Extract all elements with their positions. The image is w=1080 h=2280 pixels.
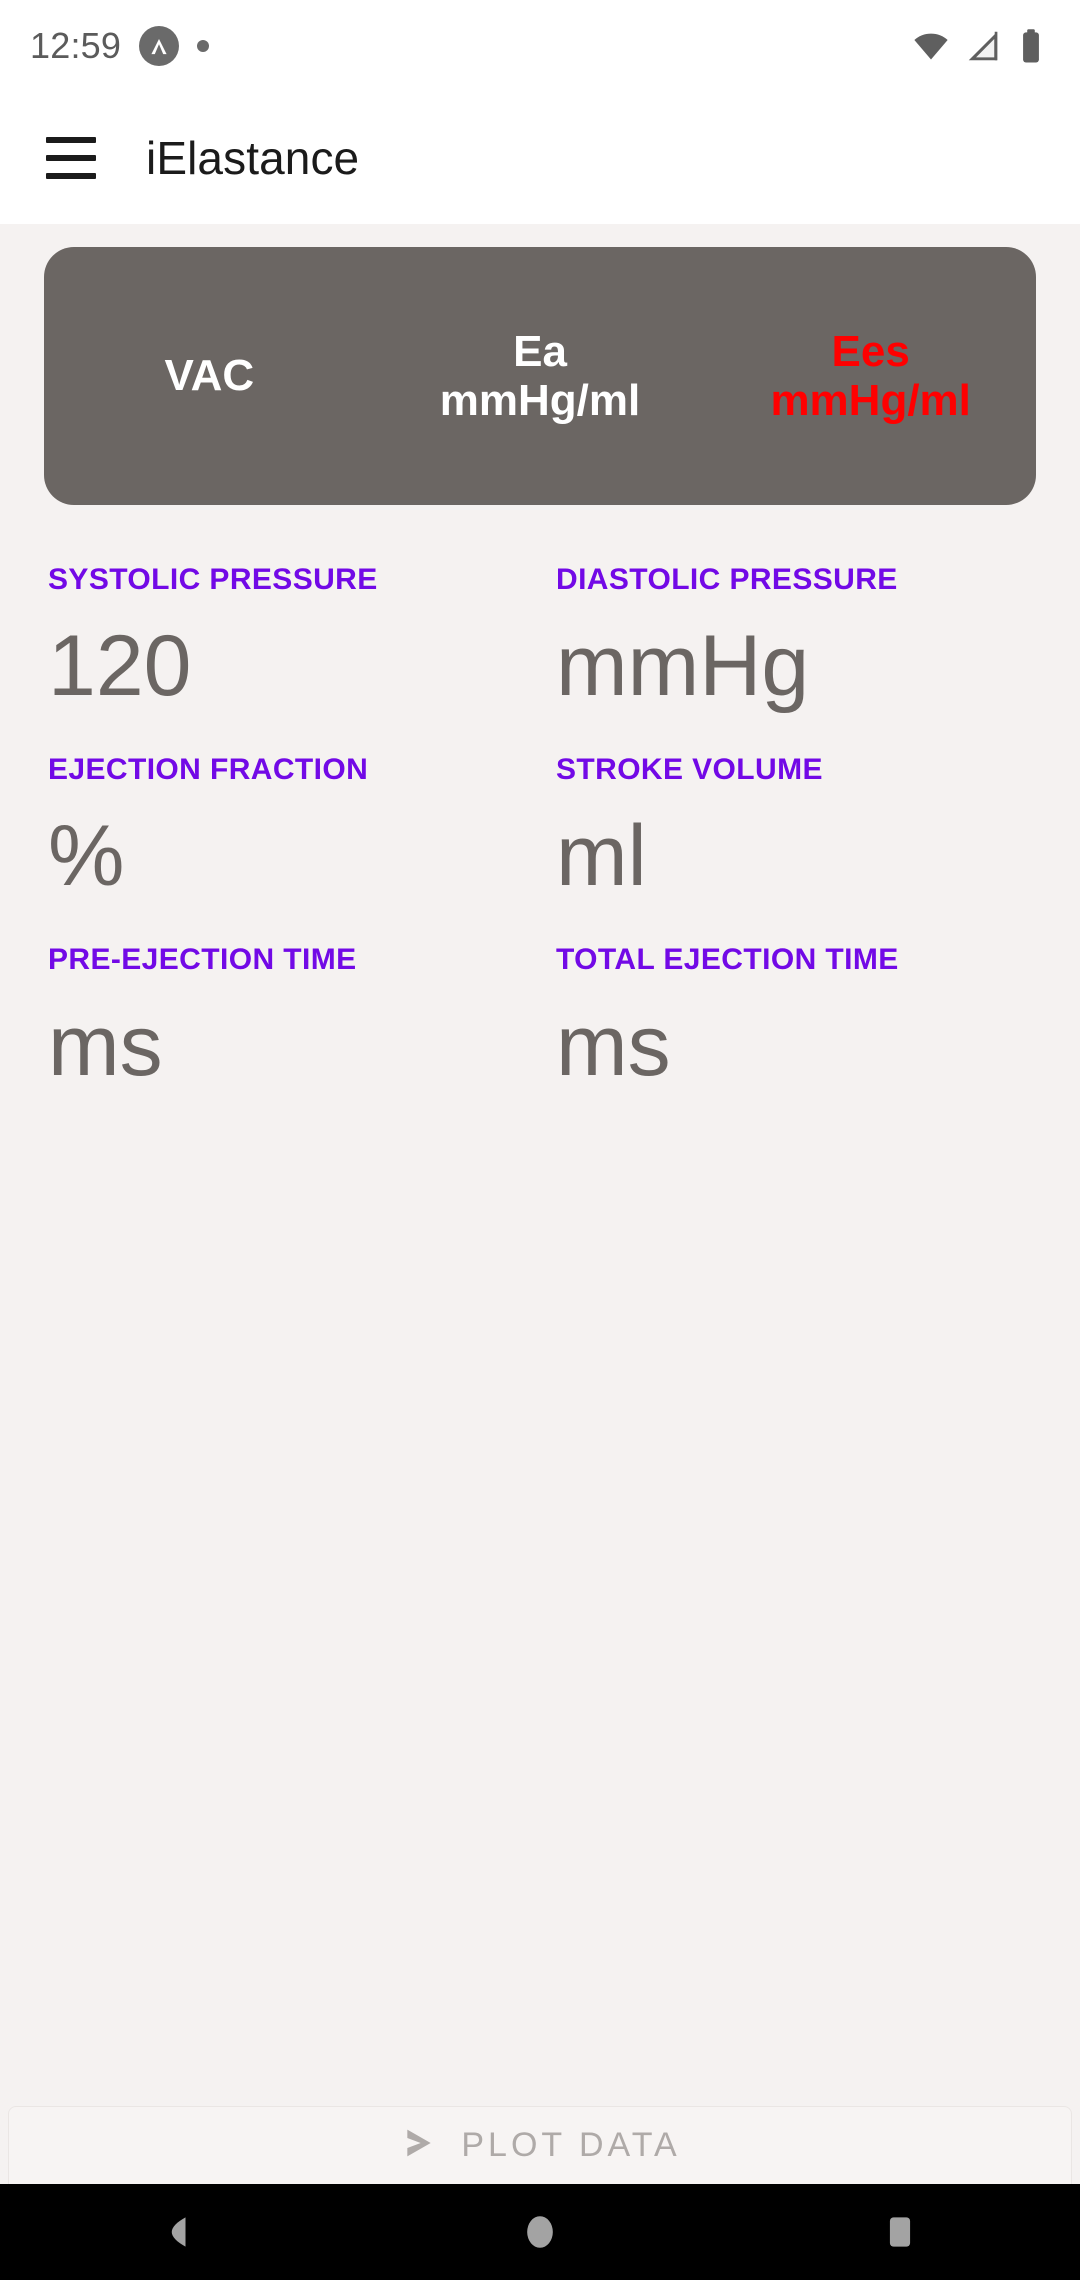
status-bar-right xyxy=(912,27,1046,65)
result-unit-ees: mmHg/ml xyxy=(770,376,971,425)
input-stroke-volume[interactable] xyxy=(556,797,1036,915)
input-diastolic-pressure[interactable] xyxy=(556,607,1036,725)
input-systolic-pressure[interactable] xyxy=(48,607,528,725)
result-name-vac: VAC xyxy=(164,351,255,401)
field-stroke-volume: STROKE VOLUME xyxy=(552,753,1036,915)
result-column-ees: Ees mmHg/ml xyxy=(705,327,1036,426)
result-column-vac: VAC xyxy=(44,351,375,400)
home-circle-icon[interactable] xyxy=(470,2184,610,2280)
label-ejection-fraction: EJECTION FRACTION xyxy=(48,753,369,786)
send-triangle-icon xyxy=(399,2123,439,2168)
status-bar-left: 12:59 xyxy=(30,25,210,67)
hamburger-line xyxy=(46,155,96,161)
field-ejection-fraction: EJECTION FRACTION xyxy=(44,753,528,915)
hamburger-line xyxy=(46,137,96,143)
label-total-ejection-time: TOTAL EJECTION TIME xyxy=(556,943,899,976)
field-diastolic-pressure: DIASTOLIC PRESSURE xyxy=(552,563,1036,725)
field-pre-ejection-time: PRE-EJECTION TIME xyxy=(44,943,528,1105)
app-title: iElastance xyxy=(146,132,360,184)
wifi-icon xyxy=(912,27,950,65)
result-unit-ea: mmHg/ml xyxy=(439,376,641,425)
label-pre-ejection-time: PRE-EJECTION TIME xyxy=(48,943,357,976)
field-systolic-pressure: SYSTOLIC PRESSURE xyxy=(44,563,528,725)
label-diastolic-pressure: DIASTOLIC PRESSURE xyxy=(556,563,898,596)
main-content: VAC Ea mmHg/ml Ees mmHg/ml SYSTOLIC PRES… xyxy=(0,224,1080,2184)
input-total-ejection-time[interactable] xyxy=(556,987,1036,1105)
caret-up-circle-icon xyxy=(139,26,180,66)
cellular-signal-icon xyxy=(964,27,1002,65)
android-navigation-bar xyxy=(0,2184,1080,2280)
input-field-grid: SYSTOLIC PRESSURE DIASTOLIC PRESSURE EJE… xyxy=(44,563,1036,1105)
result-column-ea: Ea mmHg/ml xyxy=(375,327,706,426)
status-bar: 12:59 xyxy=(0,0,1080,92)
recents-square-icon[interactable] xyxy=(830,2184,970,2280)
input-pre-ejection-time[interactable] xyxy=(48,987,528,1105)
label-stroke-volume: STROKE VOLUME xyxy=(556,753,823,786)
hamburger-line xyxy=(46,173,96,179)
field-total-ejection-time: TOTAL EJECTION TIME xyxy=(552,943,1036,1105)
result-name-ees: Ees xyxy=(831,326,910,376)
battery-full-icon xyxy=(1016,27,1046,65)
app-bar: iElastance xyxy=(0,92,1080,224)
status-clock: 12:59 xyxy=(30,25,122,66)
hamburger-menu-icon[interactable] xyxy=(38,125,104,191)
back-triangle-icon[interactable] xyxy=(110,2184,250,2280)
results-card: VAC Ea mmHg/ml Ees mmHg/ml xyxy=(44,247,1036,505)
input-ejection-fraction[interactable] xyxy=(48,797,528,915)
label-systolic-pressure: SYSTOLIC PRESSURE xyxy=(48,563,378,596)
phone-screen: 12:59 iElastance VAC Ea mmHg/ml Ees mmHg… xyxy=(0,0,1080,2280)
notification-dot-icon xyxy=(197,40,210,52)
result-name-ea: Ea xyxy=(513,326,567,376)
plot-data-button[interactable]: PLOT DATA xyxy=(8,2106,1072,2184)
plot-data-label: PLOT DATA xyxy=(461,2126,681,2164)
